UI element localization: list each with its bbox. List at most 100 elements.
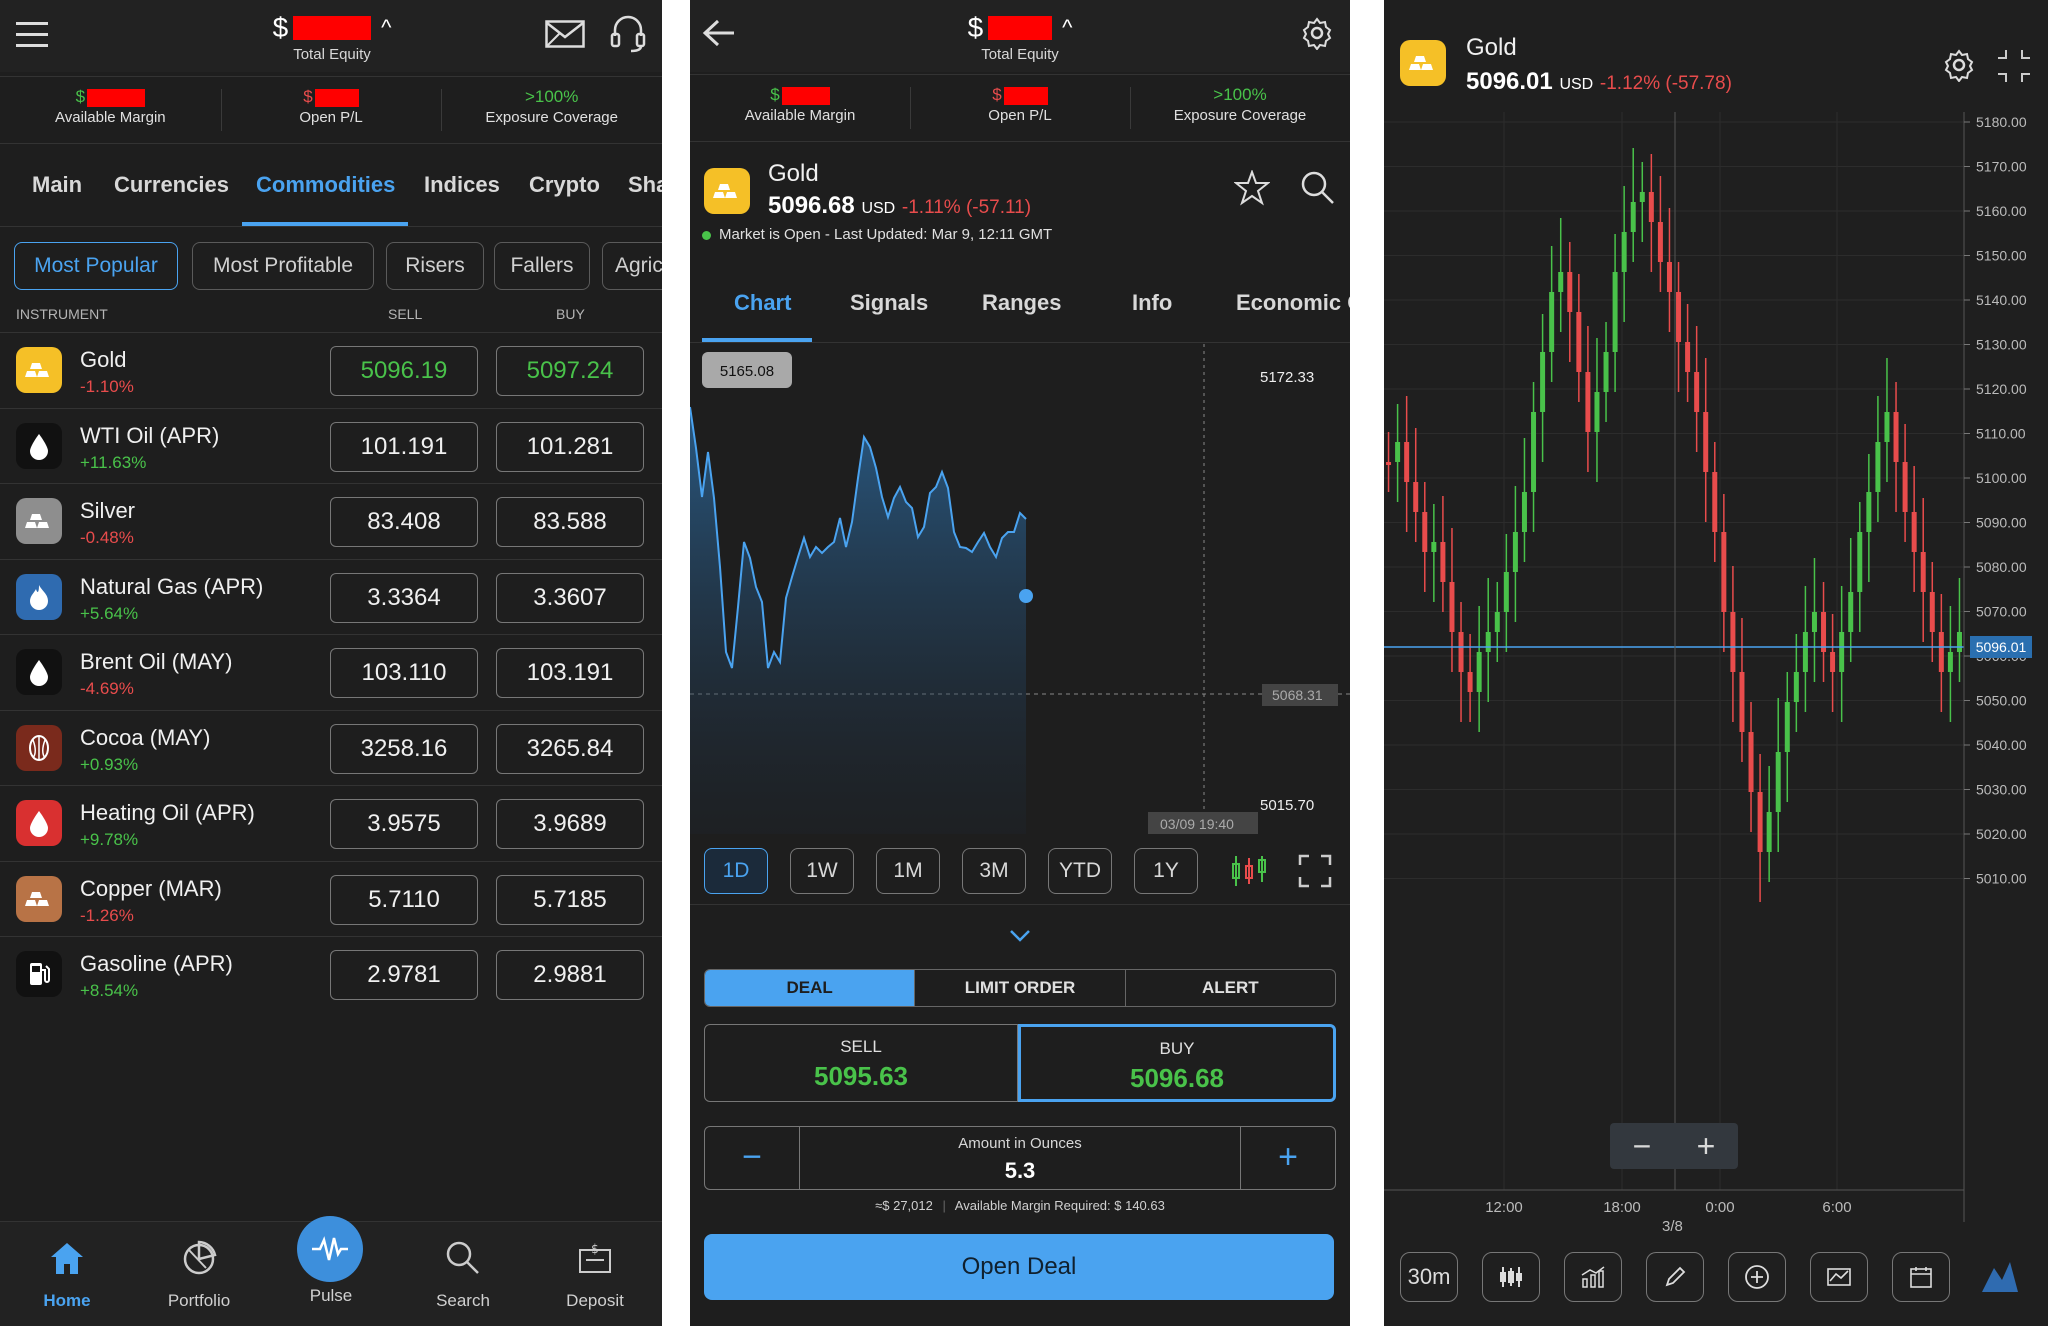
candlestick-icon[interactable] (1230, 854, 1268, 888)
tab-signals[interactable]: Signals (850, 290, 928, 316)
table-row[interactable]: Natural Gas (APR) +5.64% 3.3364 3.3607 (0, 558, 662, 635)
candlestick-chart[interactable]: 5180.00 5170.00 5160.00 5150.00 5140.00 5130.… (1384, 112, 2048, 1222)
decrease-button[interactable]: − (705, 1127, 799, 1189)
back-arrow-icon[interactable] (702, 18, 736, 48)
tab-economic-calendar[interactable]: Economic C (1236, 290, 1350, 316)
total-equity[interactable]: $ ^ Total Equity (950, 12, 1090, 63)
pulse-button[interactable] (297, 1216, 363, 1282)
range-1d[interactable]: 1D (704, 848, 768, 894)
tab-info[interactable]: Info (1132, 290, 1172, 316)
indicators-button[interactable] (1564, 1252, 1622, 1302)
range-ytd[interactable]: YTD (1048, 848, 1112, 894)
buy-price-button[interactable]: 2.9881 (496, 950, 644, 1000)
buy-price-button[interactable]: 83.588 (496, 497, 644, 547)
tab-chart[interactable]: Chart (734, 290, 791, 316)
price-axis: 5180.00 5170.00 5160.00 5150.00 5140.00 5130.… (1964, 114, 2027, 887)
nav-search[interactable]: Search (408, 1240, 518, 1311)
candle-body (1712, 472, 1718, 532)
filter-fallers[interactable]: Fallers (494, 242, 590, 290)
tab-main[interactable]: Main (32, 172, 82, 198)
instrument-change: +0.93% (80, 754, 139, 774)
tab-crypto[interactable]: Crypto (529, 172, 600, 198)
zoom-out-button[interactable]: − (1610, 1123, 1674, 1169)
nav-home[interactable]: Home (12, 1240, 122, 1311)
nav-deposit[interactable]: $ Deposit (540, 1240, 650, 1311)
mail-icon[interactable] (545, 20, 585, 48)
sell-price-button[interactable]: 103.110 (330, 648, 478, 698)
sell-price-button[interactable]: 83.408 (330, 497, 478, 547)
candle-type-button[interactable] (1482, 1252, 1540, 1302)
table-row[interactable]: Gold -1.10% 5096.19 5097.24 (0, 332, 662, 408)
buy-price-button[interactable]: 3.3607 (496, 572, 644, 623)
table-row[interactable]: Silver -0.48% 83.408 83.588 (0, 483, 662, 559)
menu-icon[interactable] (16, 22, 48, 48)
interval-button[interactable]: 30m (1400, 1252, 1458, 1302)
tab-currencies[interactable]: Currencies (114, 172, 229, 198)
tab-deal[interactable]: DEAL (705, 970, 915, 1006)
range-1w[interactable]: 1W (790, 848, 854, 894)
exit-fullscreen-icon[interactable] (1996, 48, 2032, 84)
gear-icon[interactable] (1942, 48, 1976, 82)
calendar-icon (1910, 1267, 1932, 1288)
tab-ranges[interactable]: Ranges (982, 290, 1061, 316)
sell-price-button[interactable]: 5096.19 (330, 346, 478, 396)
filter-risers[interactable]: Risers (386, 242, 484, 290)
nav-portfolio[interactable]: Portfolio (144, 1240, 254, 1311)
chevron-down-icon[interactable] (1008, 928, 1032, 944)
price-chart[interactable]: 5165.08 5172.33 5068.31 5015.70 03/09 19… (690, 344, 1350, 834)
tab-limit-order[interactable]: LIMIT ORDER (914, 970, 1124, 1006)
filter-most-profitable[interactable]: Most Profitable (192, 242, 374, 290)
table-row[interactable]: WTI Oil (APR) +11.63% 101.191 101.281 (0, 407, 662, 484)
range-3m[interactable]: 3M (962, 848, 1026, 894)
time-label: 03/09 19:40 (1160, 816, 1234, 832)
filter-most-popular[interactable]: Most Popular (14, 242, 178, 290)
search-icon[interactable] (1300, 170, 1336, 206)
tab-commodities[interactable]: Commodities (256, 172, 395, 198)
amount-field[interactable]: Amount in Ounces 5.3 (799, 1127, 1241, 1189)
sell-price-button[interactable]: 5.7110 (330, 874, 478, 925)
table-row[interactable]: Heating Oil (APR) +9.78% 3.9575 3.9689 (0, 785, 662, 861)
compare-button[interactable] (1810, 1252, 1868, 1302)
buy-price-button[interactable]: 101.281 (496, 421, 644, 472)
buy-price-button[interactable]: 3.9689 (496, 799, 644, 849)
y-tick-label: 5170.00 (1976, 159, 2027, 175)
tab-alert[interactable]: ALERT (1124, 970, 1335, 1006)
sell-price-button[interactable]: 2.9781 (330, 950, 478, 1000)
account-stats: $ Available Margin $ Open P/L >100% Expo… (690, 74, 1350, 142)
sell-price-button[interactable]: 101.191 (330, 421, 478, 472)
buy-price-button[interactable]: 3265.84 (496, 723, 644, 774)
star-icon[interactable] (1234, 170, 1270, 206)
range-1y[interactable]: 1Y (1134, 848, 1198, 894)
calendar-button[interactable] (1892, 1252, 1950, 1302)
buy-option[interactable]: BUY 5096.68 (1018, 1024, 1336, 1102)
buy-price-button[interactable]: 5.7185 (496, 874, 644, 925)
buy-price-button[interactable]: 5097.24 (496, 346, 644, 396)
table-row[interactable]: Brent Oil (MAY) -4.69% 103.110 103.191 (0, 634, 662, 710)
sell-price-button[interactable]: 3.3364 (330, 572, 478, 623)
price-area (690, 407, 1026, 834)
filter-agriculture[interactable]: Agric (602, 242, 662, 290)
sell-price-button[interactable]: 3258.16 (330, 723, 478, 774)
table-row[interactable]: Copper (MAR) -1.26% 5.7110 5.7185 (0, 860, 662, 937)
table-row[interactable]: Cocoa (MAY) +0.93% 3258.16 3265.84 (0, 709, 662, 786)
tab-shares[interactable]: Sha (628, 172, 662, 198)
sell-option[interactable]: SELL 5095.63 (704, 1024, 1018, 1102)
gear-icon[interactable] (1300, 16, 1334, 50)
draw-button[interactable] (1646, 1252, 1704, 1302)
candle-body (1893, 412, 1899, 462)
table-row[interactable]: Gasoline (APR) +8.54% 2.9781 2.9881 (0, 936, 662, 1012)
range-1m[interactable]: 1M (876, 848, 940, 894)
increase-button[interactable]: + (1241, 1127, 1335, 1189)
open-deal-button[interactable]: Open Deal (704, 1234, 1334, 1300)
tab-indices[interactable]: Indices (424, 172, 500, 198)
add-button[interactable] (1728, 1252, 1786, 1302)
candle-body (1458, 632, 1464, 672)
fullscreen-icon[interactable] (1298, 854, 1332, 888)
sell-price-button[interactable]: 3.9575 (330, 799, 478, 849)
y-tick-label: 5120.00 (1976, 381, 2027, 397)
y-tick-label: 5050.00 (1976, 693, 2027, 709)
total-equity[interactable]: $ ^ Total Equity (262, 12, 402, 63)
buy-price-button[interactable]: 103.191 (496, 648, 644, 698)
zoom-in-button[interactable]: + (1674, 1123, 1738, 1169)
headset-icon[interactable] (610, 14, 646, 54)
